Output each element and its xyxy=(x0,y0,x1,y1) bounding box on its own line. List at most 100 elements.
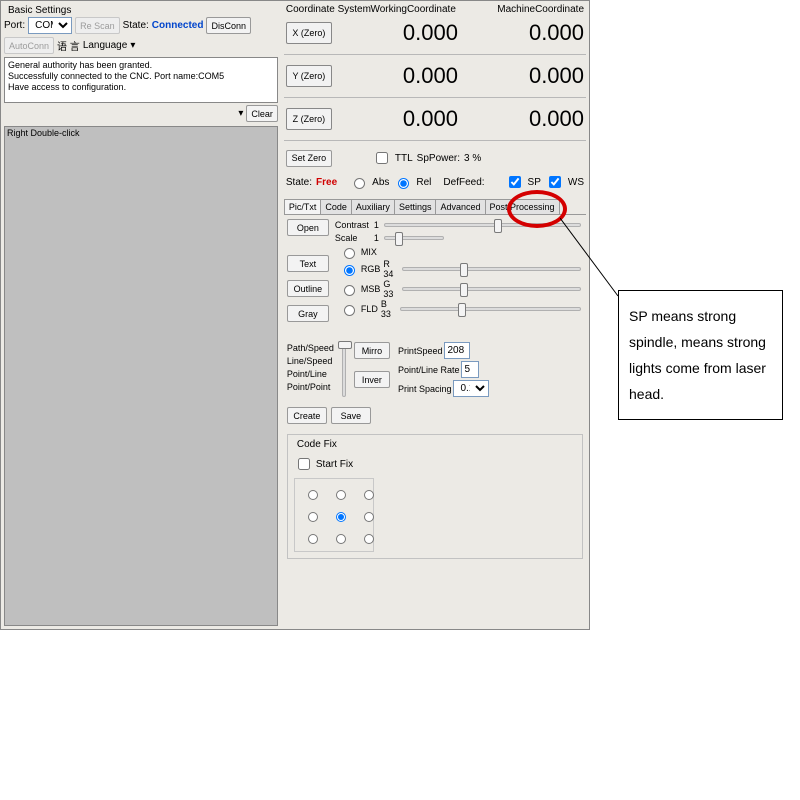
basic-settings: Basic Settings Port: COM5 Re Scan State:… xyxy=(1,1,281,55)
gray-button[interactable]: Gray xyxy=(287,305,329,322)
sppower-value: 3 % xyxy=(464,153,481,164)
set-zero-button[interactable]: Set Zero xyxy=(286,150,332,167)
anchor-ml[interactable] xyxy=(308,512,318,522)
start-fix-checkbox[interactable] xyxy=(298,458,310,470)
b-slider[interactable] xyxy=(400,307,581,311)
abs-radio[interactable] xyxy=(354,178,365,189)
mirro-button[interactable]: Mirro xyxy=(354,342,390,359)
ws-checkbox[interactable] xyxy=(549,176,561,188)
state2-value: Free xyxy=(316,177,337,188)
rgb-radio[interactable] xyxy=(344,265,355,276)
tab-bar: Pic/Txt Code Auxiliary Settings Advanced… xyxy=(284,199,586,215)
canvas-hint: Right Double-click xyxy=(7,128,80,138)
lang-dropdown-icon[interactable]: ▾ xyxy=(130,40,135,51)
tab-aux[interactable]: Auxiliary xyxy=(351,199,395,214)
lang-label: Language xyxy=(83,40,128,51)
mix-radio[interactable] xyxy=(344,248,355,259)
scale-label: Scale xyxy=(335,233,371,243)
create-button[interactable]: Create xyxy=(287,407,327,424)
open-button[interactable]: Open xyxy=(287,219,329,236)
divider xyxy=(284,54,586,55)
anchor-tl[interactable] xyxy=(308,490,318,500)
r-slider[interactable] xyxy=(402,267,581,271)
anchor-tc[interactable] xyxy=(336,490,346,500)
msb-radio[interactable] xyxy=(344,285,355,296)
divider xyxy=(284,140,586,141)
port-select[interactable]: COM5 xyxy=(28,17,72,34)
path-speed-label: Path/Speed xyxy=(287,342,334,355)
print-spacing-select[interactable]: 0.1 xyxy=(453,380,489,397)
anchor-mr[interactable] xyxy=(364,512,374,522)
y-zero-button[interactable]: Y (Zero) xyxy=(286,65,332,87)
ttl-checkbox[interactable] xyxy=(376,152,388,164)
coord-y-row: Y (Zero) 0.000 0.000 xyxy=(284,61,586,95)
contrast-slider[interactable] xyxy=(384,223,581,227)
point-point-label: Point/Point xyxy=(287,381,334,394)
x-machine-value: 0.000 xyxy=(460,20,584,46)
scale-value: 1 xyxy=(374,233,379,243)
tab-post[interactable]: Post Processing xyxy=(485,199,560,214)
tab-code[interactable]: Code xyxy=(320,199,352,214)
preview-canvas[interactable]: Right Double-click xyxy=(4,126,278,626)
plr-label: Point/Line Rate xyxy=(398,365,460,375)
coord-sys-label: Coordinate System xyxy=(286,4,366,15)
anchor-bc[interactable] xyxy=(336,534,346,544)
state-value: Connected xyxy=(152,20,204,31)
scale-slider[interactable] xyxy=(384,236,444,240)
g-slider[interactable] xyxy=(402,287,581,291)
z-working-value: 0.000 xyxy=(334,106,458,132)
deffeed-label: DefFeed: xyxy=(443,177,484,188)
divider xyxy=(284,97,586,98)
x-working-value: 0.000 xyxy=(334,20,458,46)
disconn-button[interactable]: DisConn xyxy=(206,17,251,34)
contrast-value: 1 xyxy=(374,220,379,230)
fld-radio[interactable] xyxy=(344,305,355,316)
sp-checkbox[interactable] xyxy=(509,176,521,188)
dropdown-icon[interactable]: ▾ xyxy=(238,108,243,119)
mix-label: MIX xyxy=(361,247,377,257)
save-button[interactable]: Save xyxy=(331,407,371,424)
basic-title: Basic Settings xyxy=(4,3,278,16)
codefix-group: Code Fix Start Fix xyxy=(287,434,583,559)
anchor-br[interactable] xyxy=(364,534,374,544)
b-label: B 33 xyxy=(381,299,395,319)
rgb-label: RGB xyxy=(361,264,381,274)
state2-label: State: xyxy=(286,177,312,188)
coord-z-row: Z (Zero) 0.000 0.000 xyxy=(284,104,586,138)
x-zero-button[interactable]: X (Zero) xyxy=(286,22,332,44)
print-speed-input[interactable] xyxy=(444,342,470,359)
msb-label: MSB xyxy=(361,284,381,294)
anchor-bl[interactable] xyxy=(308,534,318,544)
fld-label: FLD xyxy=(361,304,378,314)
rel-radio[interactable] xyxy=(398,178,409,189)
ws-label: WS xyxy=(568,177,584,188)
z-zero-button[interactable]: Z (Zero) xyxy=(286,108,332,130)
tab-settings[interactable]: Settings xyxy=(394,199,437,214)
coord-header: Coordinate System WorkingCoordinate Mach… xyxy=(284,3,586,18)
rel-label: Rel xyxy=(416,177,431,188)
right-pane: Coordinate System WorkingCoordinate Mach… xyxy=(281,1,589,629)
codefix-title: Code Fix xyxy=(294,439,340,450)
outline-button[interactable]: Outline xyxy=(287,280,329,297)
callout-text: SP means strong spindle, means strong li… xyxy=(629,308,766,402)
tab-advanced[interactable]: Advanced xyxy=(435,199,485,214)
y-working-value: 0.000 xyxy=(334,63,458,89)
inver-button[interactable]: Inver xyxy=(354,371,390,388)
text-button[interactable]: Text xyxy=(287,255,329,272)
start-fix-label: Start Fix xyxy=(316,459,353,470)
line-speed-label: Line/Speed xyxy=(287,355,334,368)
port-label: Port: xyxy=(4,20,25,31)
anchor-mc[interactable] xyxy=(336,512,346,522)
r-label: R 34 xyxy=(383,259,397,279)
print-speed-label: PrintSpeed xyxy=(398,346,443,356)
ttl-label: TTL xyxy=(395,153,413,164)
anchor-tr[interactable] xyxy=(364,490,374,500)
plr-input[interactable] xyxy=(461,361,479,378)
g-label: G 33 xyxy=(383,279,397,299)
rescan-button[interactable]: Re Scan xyxy=(75,17,120,34)
clear-button[interactable]: Clear xyxy=(246,105,278,122)
path-vslider[interactable] xyxy=(342,342,346,397)
tab-pic[interactable]: Pic/Txt xyxy=(284,199,322,214)
autoconn-button[interactable]: AutoConn xyxy=(4,37,54,54)
z-machine-value: 0.000 xyxy=(460,106,584,132)
